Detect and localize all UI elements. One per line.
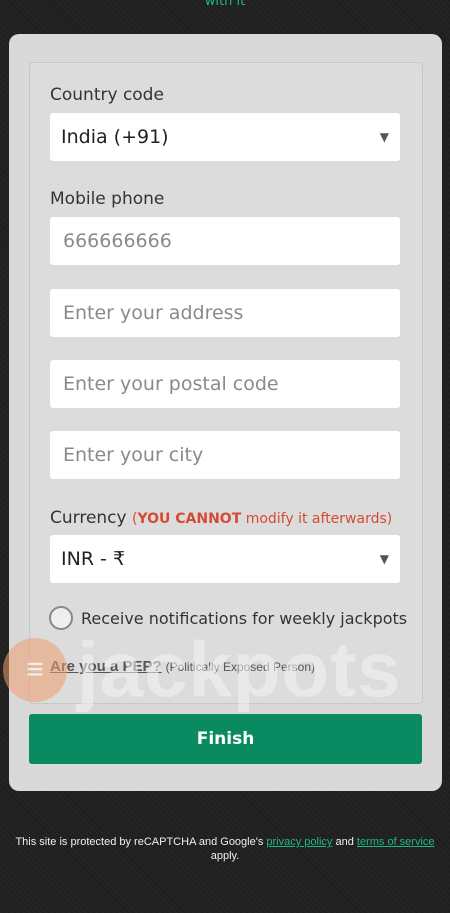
- privacy-policy-link[interactable]: privacy policy: [266, 836, 332, 848]
- city-input[interactable]: [61, 443, 389, 467]
- pep-description: (Politically Exposed Person): [165, 660, 315, 674]
- postal-code-field[interactable]: [50, 360, 400, 408]
- pep-link[interactable]: Are you a PEP?: [50, 658, 162, 675]
- country-code-value: India (+91): [61, 126, 169, 148]
- currency-label-row: Currency (YOU CANNOT modify it afterward…: [50, 508, 392, 528]
- registration-card: Country code India (+91) ▼ Mobile phone …: [3, 34, 442, 791]
- chevron-down-icon: ▼: [379, 130, 389, 144]
- top-text: with it: [204, 0, 246, 9]
- currency-value: INR - ₹: [61, 548, 126, 570]
- mobile-phone-input[interactable]: [61, 229, 389, 253]
- notifications-label: Receive notifications for weekly jackpot…: [81, 608, 408, 628]
- currency-select[interactable]: INR - ₹ ▼: [50, 535, 400, 583]
- address-input[interactable]: [61, 301, 389, 325]
- country-code-select[interactable]: India (+91) ▼: [50, 113, 400, 161]
- notifications-option[interactable]: Receive notifications for weekly jackpot…: [49, 606, 407, 630]
- currency-label: Currency: [50, 508, 127, 528]
- chevron-down-icon: ▼: [379, 552, 389, 566]
- currency-warning: (YOU CANNOT modify it afterwards): [132, 511, 393, 527]
- notifications-radio[interactable]: [49, 606, 73, 630]
- city-field[interactable]: [50, 431, 400, 479]
- address-field[interactable]: [50, 289, 400, 337]
- terms-of-service-link[interactable]: terms of service: [357, 836, 435, 848]
- pep-row: Are you a PEP? (Politically Exposed Pers…: [50, 658, 315, 675]
- finish-button[interactable]: Finish: [29, 714, 422, 764]
- mobile-phone-label: Mobile phone: [50, 189, 165, 209]
- recaptcha-notice: This site is protected by reCAPTCHA and …: [15, 836, 435, 862]
- postal-code-input[interactable]: [61, 372, 389, 396]
- mobile-phone-field[interactable]: [50, 217, 400, 265]
- country-code-label: Country code: [50, 85, 164, 105]
